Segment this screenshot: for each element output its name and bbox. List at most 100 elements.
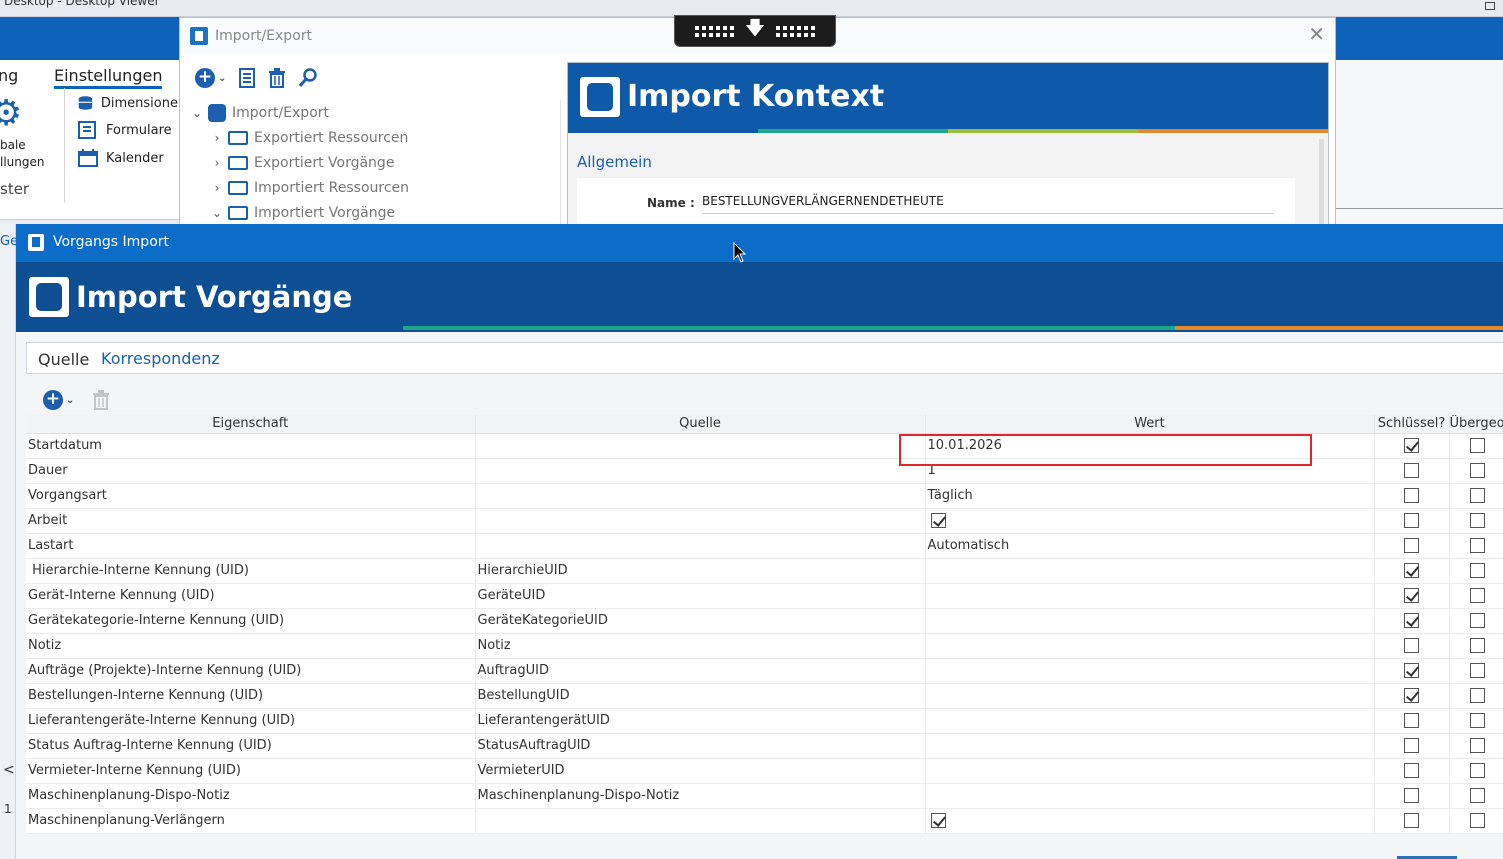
tree-item-exportiert-vorgaenge[interactable]: › Exportiert Vorgänge: [190, 150, 560, 175]
uebergeordnet-checkbox[interactable]: [1470, 663, 1485, 678]
column-header-quelle[interactable]: Quelle: [475, 415, 926, 434]
uebergeordnet-checkbox[interactable]: [1470, 613, 1485, 628]
cell-wert[interactable]: [925, 808, 1375, 834]
cell-quelle[interactable]: GeräteKategorieUID: [475, 608, 926, 634]
uebergeordnet-checkbox[interactable]: [1470, 488, 1485, 503]
cell-quelle[interactable]: [475, 433, 926, 459]
schluessel-checkbox[interactable]: [1404, 688, 1419, 703]
cell-wert[interactable]: [925, 583, 1375, 609]
cell-eigenschaft[interactable]: Maschinenplanung-Verlängern: [26, 808, 476, 834]
source-value-link[interactable]: Korrespondenz: [101, 349, 220, 368]
table-row[interactable]: Status Auftrag-Interne Kennung (UID) Stat…: [26, 733, 1503, 759]
chevron-down-icon[interactable]: ⌄: [210, 206, 224, 220]
ribbon-tab-partial[interactable]: ng: [0, 66, 18, 85]
cell-wert[interactable]: [925, 683, 1375, 709]
cell-eigenschaft[interactable]: Lastart: [26, 533, 476, 559]
cell-quelle[interactable]: [475, 458, 926, 484]
table-row[interactable]: Aufträge (Projekte)-Interne Kennung (UID…: [26, 658, 1503, 684]
uebergeordnet-checkbox[interactable]: [1470, 463, 1485, 478]
cell-quelle[interactable]: AuftragUID: [475, 658, 926, 684]
schluessel-checkbox[interactable]: [1404, 738, 1419, 753]
cell-eigenschaft[interactable]: Hierarchie-Interne Kennung (UID): [26, 558, 476, 584]
schluessel-checkbox[interactable]: [1404, 788, 1419, 803]
tree-item-root[interactable]: ⌄ Import/Export: [190, 100, 560, 125]
schluessel-checkbox[interactable]: [1404, 438, 1419, 453]
cell-quelle[interactable]: HierarchieUID: [475, 558, 926, 584]
uebergeordnet-checkbox[interactable]: [1470, 588, 1485, 603]
cell-wert[interactable]: [925, 508, 1375, 534]
pane-divider[interactable]: [560, 100, 561, 226]
cell-quelle[interactable]: [475, 508, 926, 534]
uebergeordnet-checkbox[interactable]: [1470, 763, 1485, 778]
ribbon-tab-einstellungen[interactable]: Einstellungen: [54, 66, 163, 89]
schluessel-checkbox[interactable]: [1404, 813, 1419, 828]
schluessel-checkbox[interactable]: [1404, 638, 1419, 653]
scrollbar[interactable]: [1319, 139, 1324, 226]
column-header-schluessel[interactable]: Schlüssel?: [1374, 415, 1450, 434]
cell-eigenschaft[interactable]: Bestellungen-Interne Kennung (UID): [26, 683, 476, 709]
cell-eigenschaft[interactable]: Aufträge (Projekte)-Interne Kennung (UID…: [26, 658, 476, 684]
chevron-right-icon[interactable]: ›: [210, 156, 224, 170]
cell-eigenschaft[interactable]: Lieferantengeräte-Interne Kennung (UID): [26, 708, 476, 734]
cell-quelle[interactable]: VermieterUID: [475, 758, 926, 784]
cell-eigenschaft[interactable]: Gerätekategorie-Interne Kennung (UID): [26, 608, 476, 634]
cell-quelle[interactable]: [475, 808, 926, 834]
cell-eigenschaft[interactable]: Dauer: [26, 458, 476, 484]
table-row[interactable]: Lastart Automatisch: [26, 533, 1503, 559]
tree-item-exportiert-ressourcen[interactable]: › Exportiert Ressourcen: [190, 125, 560, 150]
cell-wert[interactable]: Täglich: [925, 483, 1375, 509]
trash-icon[interactable]: [268, 68, 286, 88]
schluessel-checkbox[interactable]: [1404, 713, 1419, 728]
name-field[interactable]: BESTELLUNGVERLÄNGERNENDETHEUTE: [702, 194, 1274, 214]
remote-control-bar[interactable]: 🡇: [674, 15, 836, 47]
uebergeordnet-checkbox[interactable]: [1470, 638, 1485, 653]
column-header-wert[interactable]: Wert: [925, 415, 1375, 434]
ribbon-item-kalender[interactable]: Kalender: [78, 147, 178, 169]
cell-wert[interactable]: Automatisch: [925, 533, 1375, 559]
uebergeordnet-checkbox[interactable]: [1470, 688, 1485, 703]
cell-quelle[interactable]: BestellungUID: [475, 683, 926, 709]
table-row[interactable]: Vorgangsart Täglich: [26, 483, 1503, 509]
uebergeordnet-checkbox[interactable]: [1470, 513, 1485, 528]
chevron-right-icon[interactable]: ›: [210, 181, 224, 195]
add-button[interactable]: + ⌄: [43, 390, 74, 410]
chevron-down-icon[interactable]: ⌄: [190, 106, 204, 120]
cell-quelle[interactable]: Maschinenplanung-Dispo-Notiz: [475, 783, 926, 809]
wert-checkbox[interactable]: [930, 813, 946, 828]
schluessel-checkbox[interactable]: [1404, 588, 1419, 603]
schluessel-checkbox[interactable]: [1404, 613, 1419, 628]
schluessel-checkbox[interactable]: [1404, 463, 1419, 478]
ribbon-item-dimensionen[interactable]: Dimensione: [78, 92, 178, 114]
cell-quelle[interactable]: StatusAuftragUID: [475, 733, 926, 759]
cell-wert[interactable]: [925, 658, 1375, 684]
schluessel-checkbox[interactable]: [1404, 513, 1419, 528]
cell-quelle[interactable]: Notiz: [475, 633, 926, 659]
add-button[interactable]: + ⌄: [195, 68, 226, 88]
cell-eigenschaft[interactable]: Status Auftrag-Interne Kennung (UID): [26, 733, 476, 759]
trash-icon[interactable]: [92, 390, 110, 410]
ribbon-item-formulare[interactable]: Formulare: [78, 119, 178, 141]
column-header-uebergeordnet[interactable]: Übergeo: [1449, 415, 1503, 434]
cell-wert[interactable]: [925, 558, 1375, 584]
cell-wert[interactable]: [925, 783, 1375, 809]
schluessel-checkbox[interactable]: [1404, 663, 1419, 678]
arrow-down-icon[interactable]: 🡇: [746, 16, 765, 46]
cell-eigenschaft[interactable]: Maschinenplanung-Dispo-Notiz: [26, 783, 476, 809]
search-icon[interactable]: [298, 68, 318, 88]
uebergeordnet-checkbox[interactable]: [1470, 738, 1485, 753]
table-row[interactable]: Gerätekategorie-Interne Kennung (UID) Ger…: [26, 608, 1503, 634]
cell-eigenschaft[interactable]: Notiz: [26, 633, 476, 659]
chevron-left-icon[interactable]: <: [3, 762, 15, 778]
table-row[interactable]: Bestellungen-Interne Kennung (UID) Bestel…: [26, 683, 1503, 709]
table-row[interactable]: Gerät-Interne Kennung (UID) GeräteUID: [26, 583, 1503, 609]
cell-quelle[interactable]: [475, 533, 926, 559]
table-row[interactable]: Maschinenplanung-Verlängern: [26, 808, 1503, 834]
tree-item-importiert-vorgaenge[interactable]: ⌄ Importiert Vorgänge: [190, 200, 560, 225]
uebergeordnet-checkbox[interactable]: [1470, 438, 1485, 453]
cell-wert[interactable]: [925, 633, 1375, 659]
cell-eigenschaft[interactable]: Vermieter-Interne Kennung (UID): [26, 758, 476, 784]
table-row[interactable]: Hierarchie-Interne Kennung (UID) Hierarch…: [26, 558, 1503, 584]
tree-item-importiert-ressourcen[interactable]: › Importiert Ressourcen: [190, 175, 560, 200]
chevron-right-icon[interactable]: ›: [210, 131, 224, 145]
cell-wert[interactable]: [925, 733, 1375, 759]
